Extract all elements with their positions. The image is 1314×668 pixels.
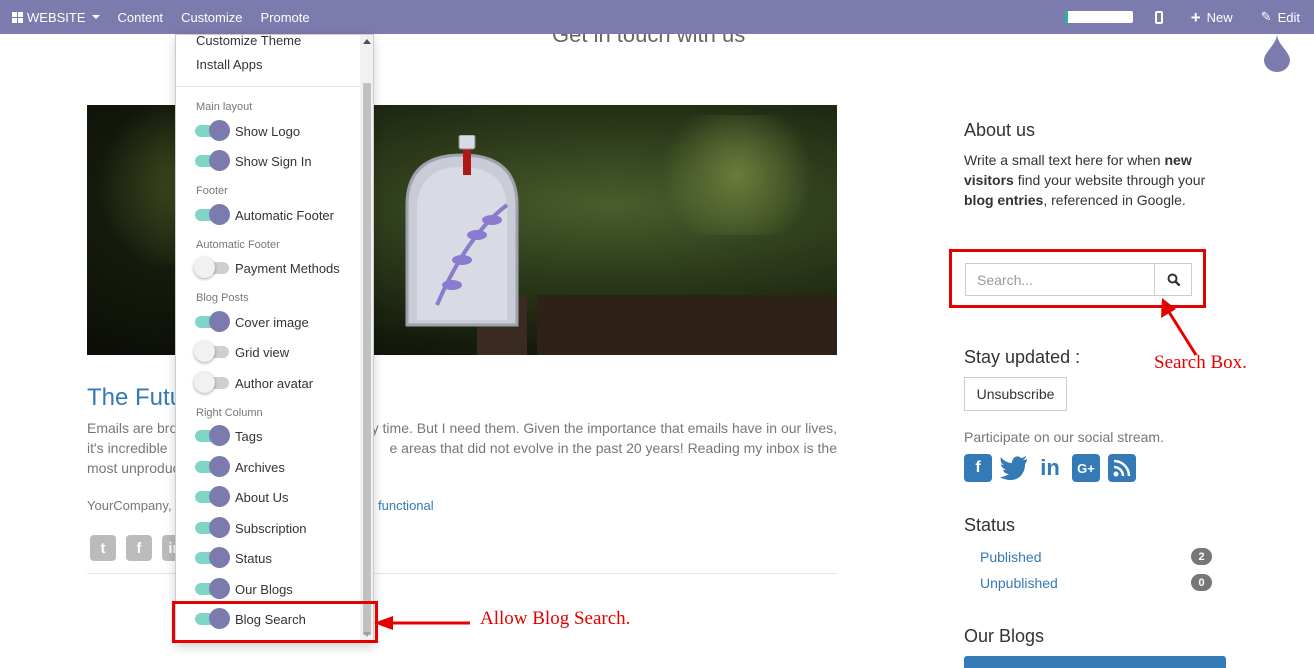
allow-blog-search-annotation: Allow Blog Search.: [480, 608, 631, 629]
annotation-arrows: [374, 298, 1198, 630]
search-box-annotation: Search Box.: [1154, 352, 1247, 373]
